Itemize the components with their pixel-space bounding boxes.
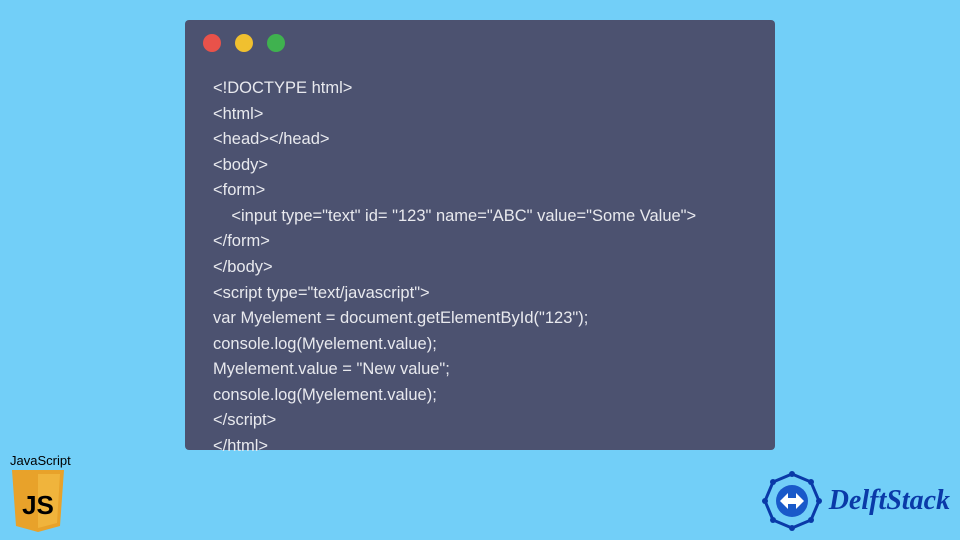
- code-block: <!DOCTYPE html> <html> <head></head> <bo…: [185, 66, 775, 459]
- delftstack-icon: [761, 470, 823, 532]
- code-window: <!DOCTYPE html> <html> <head></head> <bo…: [185, 20, 775, 450]
- javascript-shield-icon: JS: [10, 470, 66, 532]
- maximize-icon: [267, 34, 285, 52]
- window-titlebar: [185, 20, 775, 66]
- minimize-icon: [235, 34, 253, 52]
- javascript-label: JavaScript: [10, 453, 71, 468]
- javascript-badge: JavaScript JS: [10, 453, 71, 532]
- delftstack-brand-text: DelftStack: [829, 485, 950, 517]
- delftstack-logo: DelftStack: [761, 470, 950, 532]
- close-icon: [203, 34, 221, 52]
- svg-text:JS: JS: [22, 490, 54, 520]
